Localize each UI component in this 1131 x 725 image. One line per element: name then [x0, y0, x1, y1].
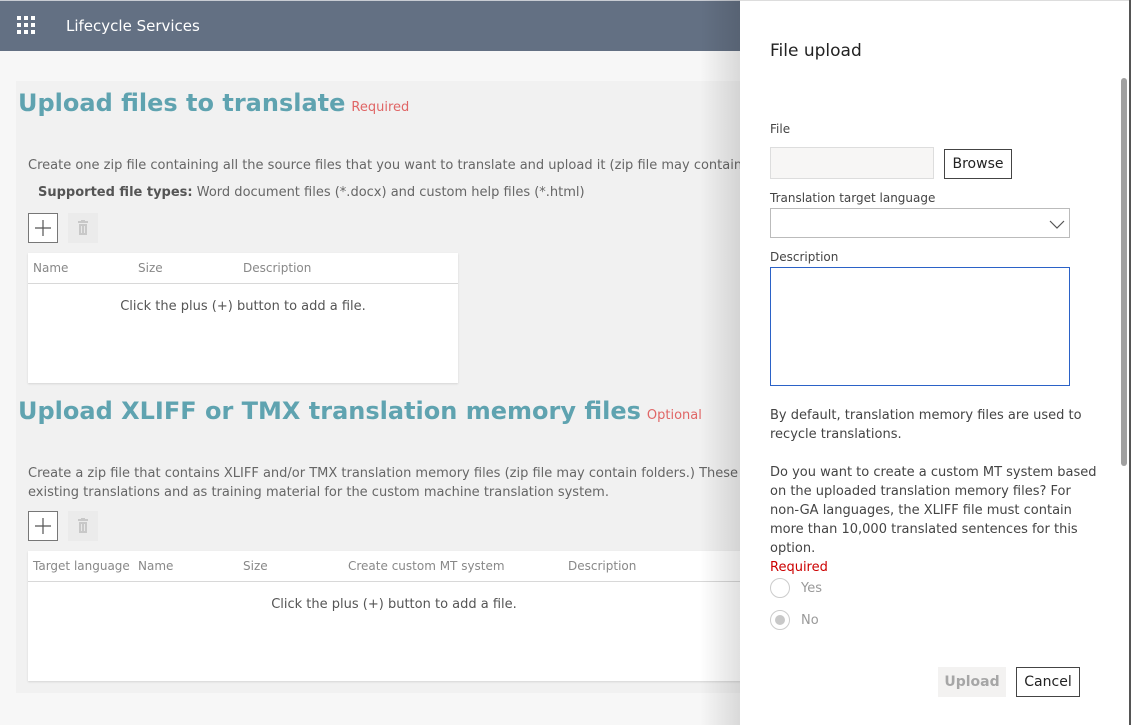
column-header-name[interactable]: Name — [138, 559, 173, 573]
app-launcher-icon[interactable] — [17, 16, 37, 36]
column-header-custom-mt[interactable]: Create custom MT system — [348, 559, 505, 573]
file-path-input[interactable] — [770, 147, 934, 179]
column-header-description[interactable]: Description — [568, 559, 636, 573]
description-textarea[interactable] — [770, 267, 1070, 386]
section-title-upload-files: Upload files to translate Required — [18, 89, 409, 117]
file-label: File — [770, 122, 791, 136]
supported-file-types: Supported file types: Word document file… — [38, 185, 585, 200]
upload-button[interactable]: Upload — [938, 667, 1006, 697]
add-file-button[interactable] — [28, 213, 58, 243]
section-description-line2: existing translations and as training ma… — [28, 485, 609, 500]
supported-label: Supported file types: — [38, 185, 193, 200]
file-upload-panel: File upload File Browse Translation targ… — [740, 0, 1131, 725]
radio-option-no[interactable]: No — [770, 610, 819, 630]
target-language-dropdown[interactable] — [770, 208, 1070, 238]
column-header-target-language[interactable]: Target language — [33, 559, 130, 573]
section-title-text: Upload files to translate — [18, 89, 346, 117]
plus-icon — [35, 518, 51, 534]
column-header-size[interactable]: Size — [243, 559, 268, 573]
grid-header: Target language Name Size Create custom … — [28, 551, 760, 582]
column-header-size[interactable]: Size — [138, 261, 163, 275]
main-content: Upload files to translate Required Create… — [0, 51, 788, 725]
files-grid: Name Size Description Click the plus (+)… — [28, 253, 458, 383]
info-text: By default, translation memory files are… — [770, 408, 1082, 442]
required-tag: Required — [351, 100, 410, 115]
language-label: Translation target language — [770, 191, 936, 205]
empty-grid-message: Click the plus (+) button to add a file. — [271, 597, 517, 612]
radio-yes[interactable] — [770, 578, 790, 598]
radio-selected-dot — [775, 615, 785, 625]
required-label: Required — [770, 560, 828, 575]
cancel-button[interactable]: Cancel — [1016, 667, 1080, 697]
supported-value: Word document files (*.docx) and custom … — [196, 185, 585, 200]
section-description-line1: Create a zip file that contains XLIFF an… — [28, 466, 788, 481]
section-description: Create one zip file containing all the s… — [28, 158, 784, 173]
grid-header: Name Size Description — [28, 253, 458, 284]
empty-grid-message: Click the plus (+) button to add a file. — [120, 299, 366, 314]
trash-icon — [78, 518, 88, 533]
radio-option-yes[interactable]: Yes — [770, 578, 822, 598]
description-label: Description — [770, 250, 839, 264]
radio-label-no: No — [801, 612, 819, 628]
optional-tag: Optional — [646, 408, 702, 423]
panel-shadow — [700, 0, 740, 725]
question-text: Do you want to create a custom MT system… — [770, 465, 1097, 556]
plus-icon — [35, 220, 51, 236]
panel-title: File upload — [770, 41, 862, 61]
tm-files-grid: Target language Name Size Create custom … — [28, 551, 760, 681]
delete-file-button[interactable] — [68, 213, 98, 243]
radio-label-yes: Yes — [801, 580, 822, 596]
delete-tm-file-button[interactable] — [68, 511, 98, 541]
column-header-name[interactable]: Name — [33, 261, 68, 275]
add-tm-file-button[interactable] — [28, 511, 58, 541]
section-title-text: Upload XLIFF or TMX translation memory f… — [18, 397, 641, 425]
section-title-translation-memory: Upload XLIFF or TMX translation memory f… — [18, 397, 702, 425]
chevron-down-icon — [1049, 220, 1065, 229]
trash-icon — [78, 220, 88, 235]
app-title: Lifecycle Services — [66, 17, 200, 35]
custom-mt-question: Do you want to create a custom MT system… — [770, 463, 1100, 577]
column-header-description[interactable]: Description — [243, 261, 311, 275]
browse-button[interactable]: Browse — [944, 149, 1012, 179]
panel-scrollbar-thumb[interactable] — [1121, 78, 1127, 466]
radio-no[interactable] — [770, 610, 790, 630]
